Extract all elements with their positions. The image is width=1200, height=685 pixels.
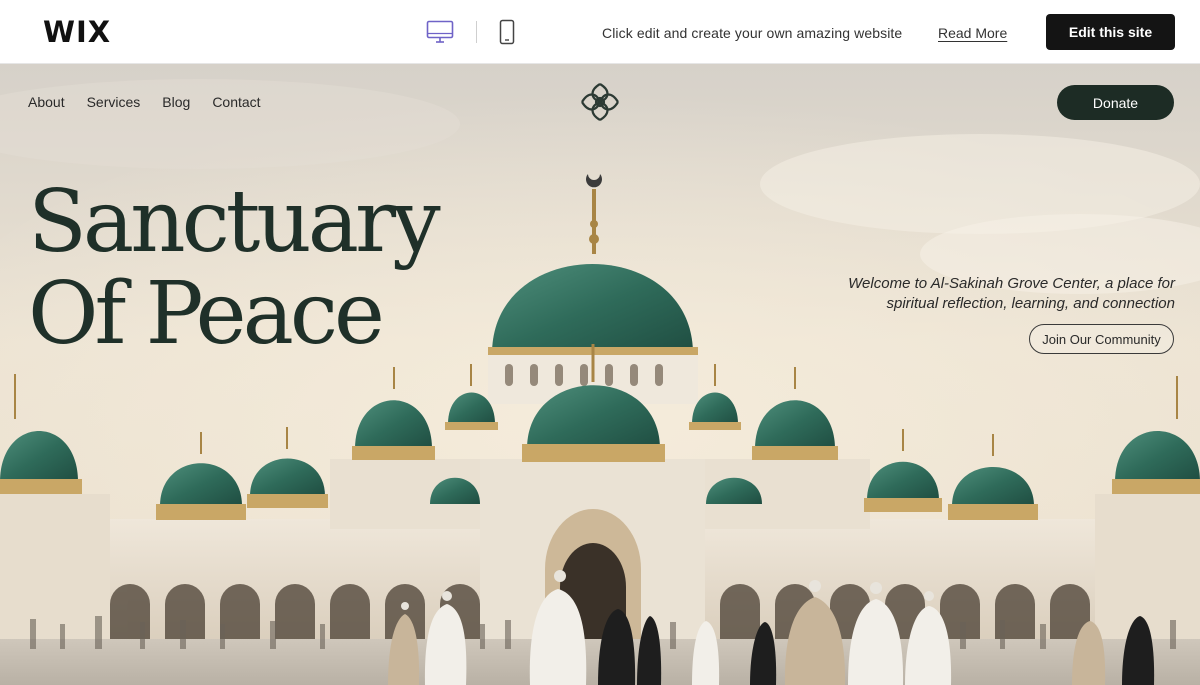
hero-section: About Services Blog Contact Donate Sanct… <box>0 64 1200 685</box>
welcome-line-2: spiritual reflection, learning, and conn… <box>886 295 1175 312</box>
hero-headline: Sanctuary Of Peace <box>28 176 448 360</box>
device-separator <box>476 21 477 43</box>
wix-logo[interactable]: WIX <box>43 16 111 48</box>
site-nav: About Services Blog Contact <box>28 94 283 110</box>
welcome-text: Welcome to Al-Sakinah Grove Center, a pl… <box>820 274 1175 314</box>
welcome-line-1: Welcome to Al-Sakinah Grove Center, a pl… <box>848 275 1175 292</box>
nav-blog[interactable]: Blog <box>162 94 190 110</box>
nav-services[interactable]: Services <box>87 94 141 110</box>
nav-contact[interactable]: Contact <box>212 94 260 110</box>
edit-site-button[interactable]: Edit this site <box>1046 14 1175 50</box>
desktop-icon[interactable] <box>425 18 455 46</box>
headline-line-1: Sanctuary <box>28 172 441 272</box>
nav-about[interactable]: About <box>28 94 65 110</box>
read-more-link[interactable]: Read More <box>938 24 1007 42</box>
knot-emblem-icon[interactable] <box>578 80 622 124</box>
wix-top-bar: WIX Click edit and create your own amazi… <box>0 0 1200 64</box>
wix-tagline: Click edit and create your own amazing w… <box>602 25 903 41</box>
headline-line-2: Of Peace <box>28 264 385 364</box>
join-community-button[interactable]: Join Our Community <box>1029 324 1174 354</box>
mosque-hero-image <box>0 64 1200 685</box>
mobile-icon[interactable] <box>492 18 522 46</box>
donate-button[interactable]: Donate <box>1057 85 1174 120</box>
